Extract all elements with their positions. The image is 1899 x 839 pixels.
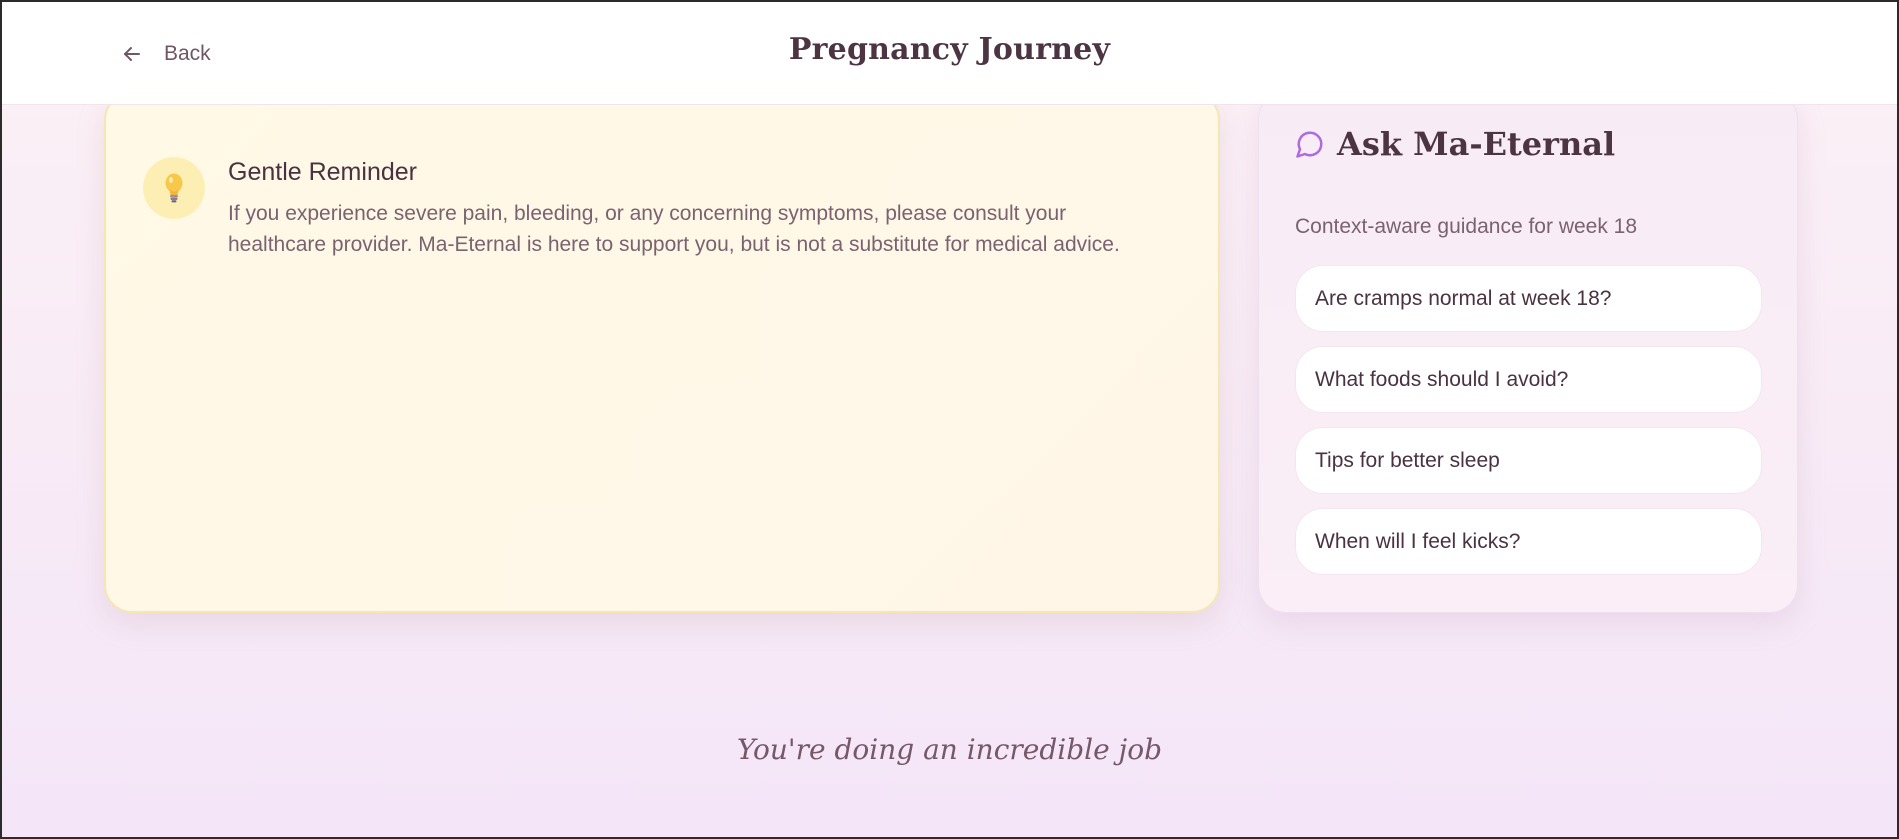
ask-ma-eternal-card: Ask Ma-Eternal Context-aware guidance fo… [1258,92,1798,613]
encouragement-message: You're doing an incredible job [736,733,1163,766]
chat-bubble-icon [1296,131,1323,158]
question-button[interactable]: Are cramps normal at week 18? [1295,265,1762,332]
ask-header: Ask Ma-Eternal [1295,125,1615,163]
page-title: Pregnancy Journey [788,32,1111,67]
reminder-text: If you experience severe pain, bleeding,… [228,202,1120,256]
question-button[interactable]: When will I feel kicks? [1295,508,1762,575]
suggested-questions: Are cramps normal at week 18? What foods… [1295,265,1762,575]
lightbulb-icon-badge [143,157,205,219]
question-button[interactable]: What foods should I avoid? [1295,346,1762,413]
top-bar: Back Pregnancy Journey [2,2,1897,105]
question-button[interactable]: Tips for better sleep [1295,427,1762,494]
ask-subtitle: Context-aware guidance for week 18 [1295,215,1638,238]
gentle-reminder-card: Gentle Reminder If you experience severe… [104,92,1220,613]
lightbulb-icon [165,173,183,203]
ask-title: Ask Ma-Eternal [1337,125,1616,163]
reminder-title: Gentle Reminder [228,158,417,186]
